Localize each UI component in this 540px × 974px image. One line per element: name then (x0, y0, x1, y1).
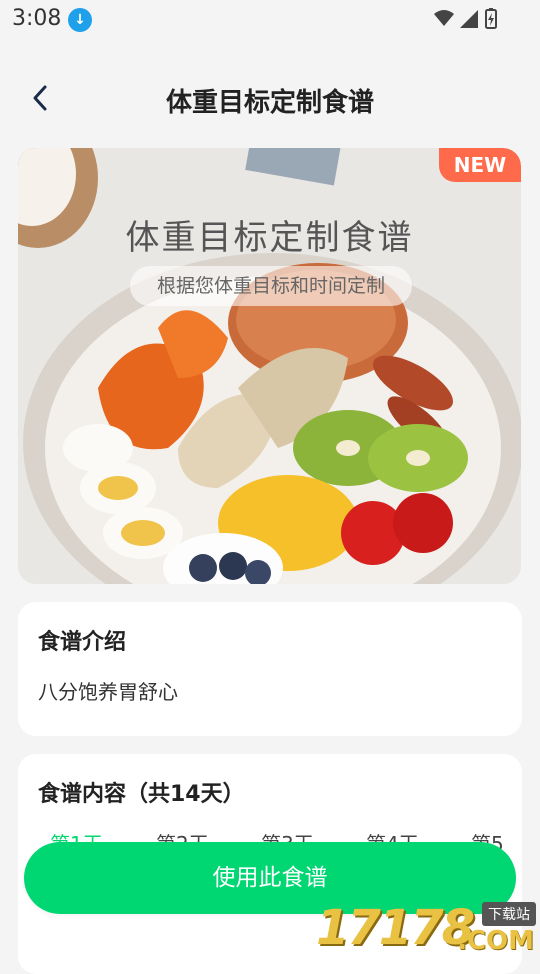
header: 体重目标定制食谱 (0, 60, 540, 140)
status-icons (434, 8, 497, 29)
banner-title: 体重目标定制食谱 (125, 218, 414, 258)
wifi-icon (434, 10, 454, 26)
new-badge: NEW (439, 148, 521, 182)
status-bar: 3:08 ↓ (0, 0, 540, 38)
banner-subtitle: 根据您体重目标和时间定制 (130, 266, 412, 306)
status-time: 3:08 (12, 6, 62, 31)
download-icon: ↓ (68, 8, 92, 32)
recipe-intro-card: 食谱介绍 八分饱养胃舒心 (18, 602, 522, 736)
page-title: 体重目标定制食谱 (165, 88, 374, 118)
watermark-tag: 下载站 (482, 902, 536, 926)
recipe-banner: NEW 体重目标定制食谱 根据您体重目标和时间定制 (18, 148, 521, 584)
watermark-number: 17178 (316, 900, 475, 956)
signal-icon (460, 10, 478, 28)
intro-text: 八分饱养胃舒心 (38, 680, 178, 704)
site-watermark: 17178 .COM 下载站 (316, 900, 540, 960)
watermark-domain: .COM (457, 926, 534, 956)
content-title: 食谱内容（共14天） (38, 782, 245, 807)
intro-title: 食谱介绍 (38, 630, 127, 655)
